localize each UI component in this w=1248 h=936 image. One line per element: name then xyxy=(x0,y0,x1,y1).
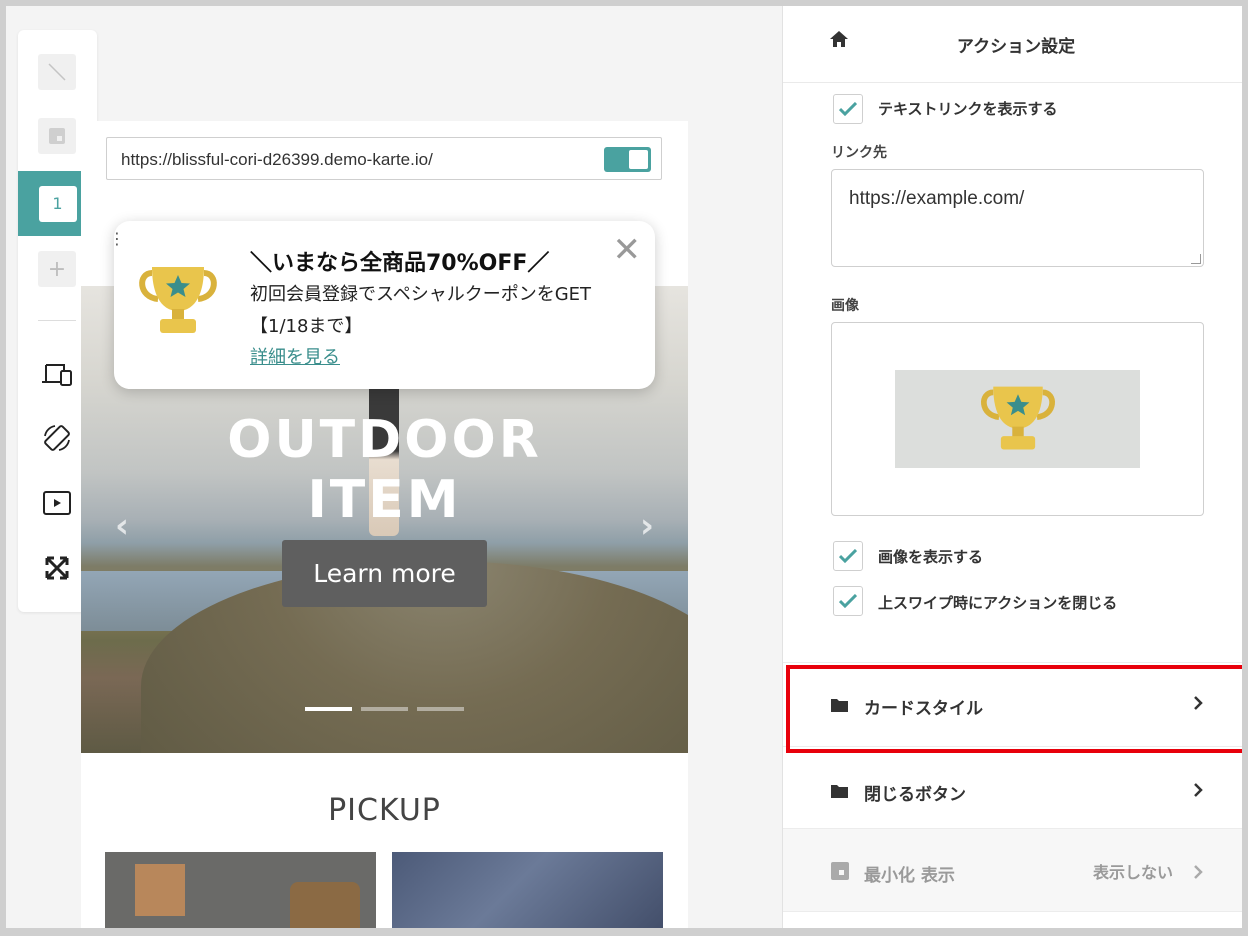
toolbar-divider xyxy=(38,320,76,321)
app-frame: 1 + OUTDOOR ITEM Learn more ‹ › PICKUP h… xyxy=(6,6,1242,928)
action-settings-panel: アクション設定 テキストリンクを表示する リンク先 https://exampl… xyxy=(782,6,1242,928)
chevron-right-icon xyxy=(1194,783,1203,797)
no-image-icon[interactable] xyxy=(38,54,76,90)
thumb-bag xyxy=(290,882,360,928)
thumb-wallet xyxy=(135,864,185,916)
minimize-label: 最小化 表示 xyxy=(864,866,955,886)
fullscreen-icon[interactable] xyxy=(38,550,76,586)
carousel-dot[interactable] xyxy=(361,707,408,711)
product-thumbnail[interactable] xyxy=(105,852,376,928)
check-icon xyxy=(839,102,857,116)
page-number: 1 xyxy=(38,185,77,222)
panel-header: アクション設定 xyxy=(783,6,1242,83)
popup-deadline: 【1/18まで】 xyxy=(250,316,363,337)
carousel-dot[interactable] xyxy=(417,707,464,711)
drag-handle-icon[interactable]: ⋮ xyxy=(109,229,125,248)
minimize-value: 表示しない xyxy=(1092,863,1173,882)
close-button-section[interactable]: 閉じるボタン xyxy=(783,746,1242,826)
carousel-indicators xyxy=(305,707,464,711)
image-label: 画像 xyxy=(831,298,859,314)
check-icon xyxy=(839,549,857,563)
show-text-link-label: テキストリンクを表示する xyxy=(878,100,1058,118)
swipe-close-checkbox[interactable] xyxy=(833,586,863,616)
show-text-link-checkbox[interactable] xyxy=(833,94,863,124)
action-popup[interactable]: ⋮ ✕ ＼いまなら全商品70%OFF／ 初回会員登録でスペシャルクーポンをGET… xyxy=(109,221,655,389)
image-preview xyxy=(895,370,1140,468)
show-image-label: 画像を表示する xyxy=(878,548,984,566)
link-target-input[interactable]: https://example.com/ xyxy=(831,169,1204,267)
preview-url: https://blissful-cori-d26399.demo-karte.… xyxy=(121,150,433,169)
pickup-heading: PICKUP xyxy=(328,793,441,828)
preview-url-bar[interactable]: https://blissful-cori-d26399.demo-karte.… xyxy=(106,137,662,180)
carousel-prev-icon[interactable]: ‹ xyxy=(115,506,129,546)
check-icon xyxy=(839,594,857,608)
link-target-label: リンク先 xyxy=(831,145,887,161)
hero-title-line1: OUTDOOR xyxy=(227,410,542,470)
trophy-icon xyxy=(139,267,217,333)
trophy-icon xyxy=(980,386,1055,450)
rotate-screen-icon[interactable] xyxy=(38,420,76,456)
product-thumbnail[interactable] xyxy=(392,852,663,928)
add-page-button[interactable]: + xyxy=(38,251,76,287)
panel-title: アクション設定 xyxy=(956,37,1076,57)
swipe-close-label: 上スワイプ時にアクションを閉じる xyxy=(878,594,1118,612)
popup-close-button[interactable]: ✕ xyxy=(613,233,642,267)
url-toggle[interactable] xyxy=(604,147,651,172)
minimize-icon xyxy=(831,862,849,880)
popup-title: ＼いまなら全商品70%OFF／ xyxy=(250,251,550,276)
resize-handle-icon[interactable] xyxy=(1191,254,1201,264)
close-button-label: 閉じるボタン xyxy=(864,785,966,805)
hero-title: OUTDOOR ITEM xyxy=(81,410,688,530)
popup-details-link[interactable]: 詳細を見る xyxy=(250,343,340,369)
popup-message: 初回会員登録でスペシャルクーポンをGET xyxy=(250,284,592,305)
link-target-value: https://example.com/ xyxy=(849,188,1025,209)
folder-icon xyxy=(831,785,848,798)
hero-title-line2: ITEM xyxy=(307,470,462,530)
show-image-checkbox[interactable] xyxy=(833,541,863,571)
image-uploader[interactable] xyxy=(831,322,1204,516)
chevron-right-icon xyxy=(1194,865,1203,879)
carousel-dot[interactable] xyxy=(305,707,352,711)
minimize-section[interactable]: 最小化 表示 表示しない xyxy=(783,828,1242,912)
carousel-next-icon[interactable]: › xyxy=(640,506,654,546)
card-style-highlight xyxy=(786,665,1242,753)
play-preview-icon[interactable] xyxy=(38,485,76,521)
minimized-view-icon[interactable] xyxy=(38,118,76,154)
learn-more-button[interactable]: Learn more xyxy=(282,540,487,607)
device-switch-icon[interactable] xyxy=(38,357,76,393)
